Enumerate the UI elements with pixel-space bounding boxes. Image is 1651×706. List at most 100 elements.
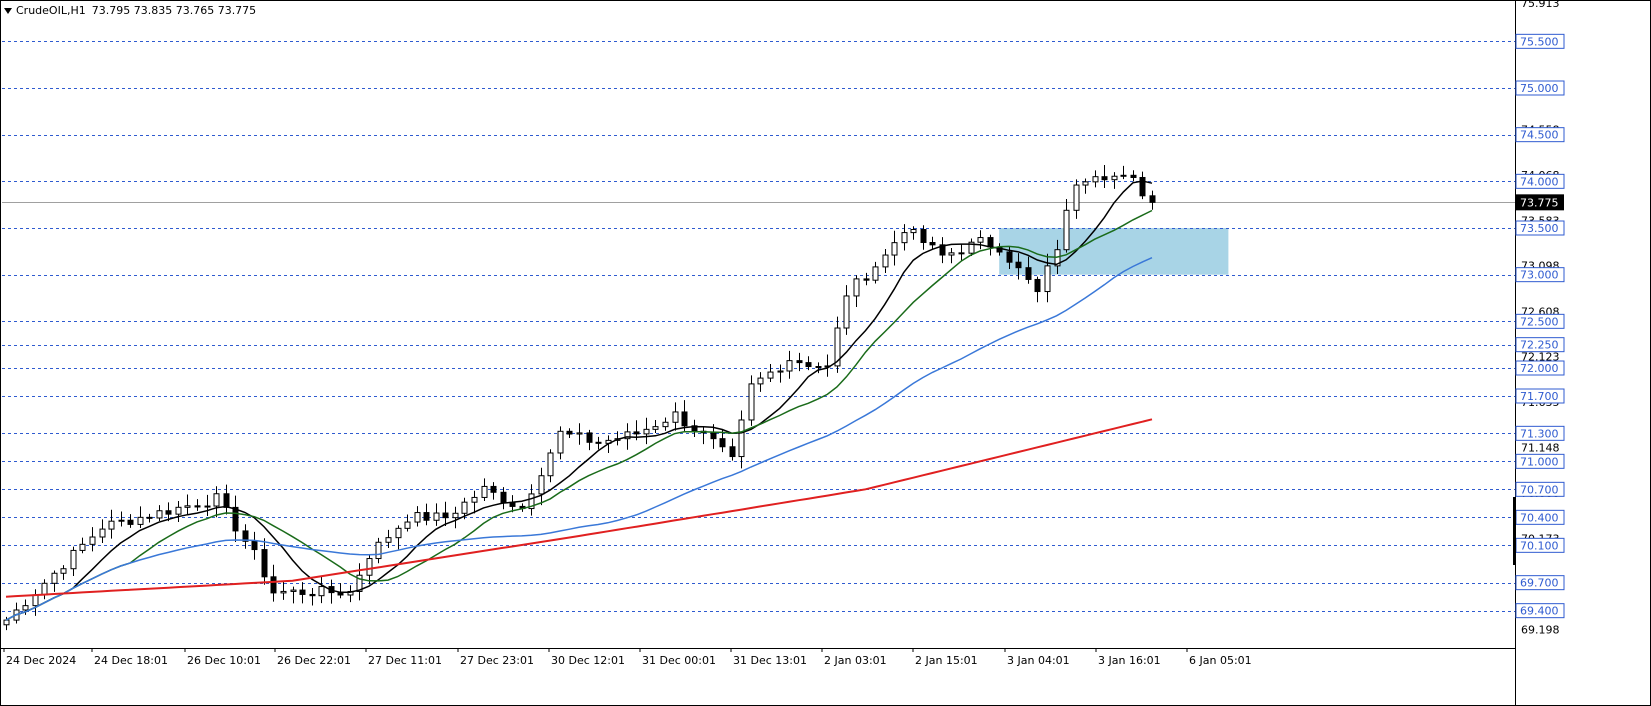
level-label: 69.700 (1520, 577, 1559, 590)
candle-body (652, 426, 659, 430)
level-label: 72.000 (1520, 362, 1559, 375)
candle-body (509, 502, 516, 507)
candle-body (891, 242, 898, 256)
candle (595, 436, 602, 450)
candle (576, 423, 583, 445)
candle-body (1130, 174, 1137, 178)
candle (108, 509, 115, 539)
time-axis-label: 26 Dec 22:01 (277, 654, 351, 667)
candle (834, 316, 841, 373)
candle (1073, 179, 1080, 219)
candle-body (156, 510, 163, 519)
candle (987, 234, 994, 256)
time-axis-label: 26 Dec 10:01 (187, 654, 261, 667)
candle (175, 501, 182, 523)
candle-body (977, 237, 984, 243)
level-label: 72.250 (1520, 339, 1559, 352)
price-chart[interactable]: 75.91374.55874.06873.58373.09872.60872.1… (0, 0, 1651, 706)
candle (1139, 171, 1146, 200)
candle-body (786, 360, 793, 372)
candle-body (165, 510, 172, 515)
candle-body (872, 266, 879, 281)
candle (882, 248, 889, 273)
candle-body (1025, 267, 1032, 280)
current-price-label: 73.775 (1520, 196, 1559, 209)
level-label: 71.000 (1520, 455, 1559, 468)
candle-body (662, 421, 669, 428)
candle (70, 546, 77, 576)
candle-body (452, 512, 459, 519)
candle (471, 490, 478, 514)
candle-body (232, 506, 239, 532)
candle (1101, 165, 1108, 189)
candle (863, 272, 870, 286)
candle (1111, 172, 1118, 189)
candle (404, 514, 411, 532)
candle-body (557, 430, 564, 454)
candle (662, 417, 669, 431)
candle (60, 565, 67, 580)
candle-body (213, 493, 220, 507)
candle (528, 484, 535, 516)
candle-body (710, 432, 717, 440)
candle (958, 243, 965, 261)
candle (1034, 276, 1041, 303)
level-label: 72.500 (1520, 315, 1559, 328)
candle-body (89, 536, 96, 545)
candle (375, 537, 382, 564)
time-axis-label: 27 Dec 11:01 (368, 654, 442, 667)
candle-body (184, 505, 191, 508)
candle (891, 230, 898, 266)
time-axis-label: 31 Dec 00:01 (642, 654, 716, 667)
candle (146, 513, 153, 523)
candle (872, 261, 879, 284)
candle-body (987, 237, 994, 248)
candle-body (461, 501, 468, 514)
price-scale-label: 71.148 (1521, 442, 1560, 455)
candle (977, 230, 984, 250)
time-axis-label: 3 Jan 04:01 (1007, 654, 1070, 667)
candle (1120, 165, 1127, 180)
candle (757, 372, 764, 392)
candle-body (309, 593, 316, 597)
candle (137, 506, 144, 528)
candle-body (404, 521, 411, 529)
candle (939, 237, 946, 264)
candle (824, 354, 831, 377)
level-label: 71.700 (1520, 390, 1559, 403)
candle (853, 275, 860, 308)
candle-body (1006, 251, 1013, 263)
candle-body (280, 590, 287, 594)
candle-body (41, 582, 48, 596)
candle (566, 428, 573, 439)
candle-body (586, 432, 593, 443)
candle-body (137, 516, 144, 525)
candle-body (633, 431, 640, 435)
candle-body (796, 360, 803, 364)
candle (452, 506, 459, 529)
candle (79, 537, 86, 554)
time-axis-label: 27 Dec 23:01 (460, 654, 534, 667)
candle-body (853, 278, 860, 297)
level-label: 75.500 (1520, 35, 1559, 48)
candle (184, 494, 191, 516)
candle-body (681, 411, 688, 427)
candle-body (32, 594, 39, 607)
candle-body (79, 543, 86, 551)
candle (356, 563, 363, 601)
candle (1063, 198, 1070, 253)
candle-body (1101, 176, 1108, 181)
candle (51, 570, 58, 592)
candle-body (481, 485, 488, 498)
candle (652, 419, 659, 433)
candle (948, 248, 955, 264)
price-scale-label: 75.913 (1521, 0, 1560, 10)
candle (767, 363, 774, 383)
candle (547, 449, 554, 483)
level-label: 69.400 (1520, 605, 1559, 618)
time-axis-label: 3 Jan 16:01 (1098, 654, 1161, 667)
candle-body (777, 370, 784, 373)
candle (309, 588, 316, 606)
candle-body (1015, 261, 1022, 269)
candle (586, 429, 593, 451)
